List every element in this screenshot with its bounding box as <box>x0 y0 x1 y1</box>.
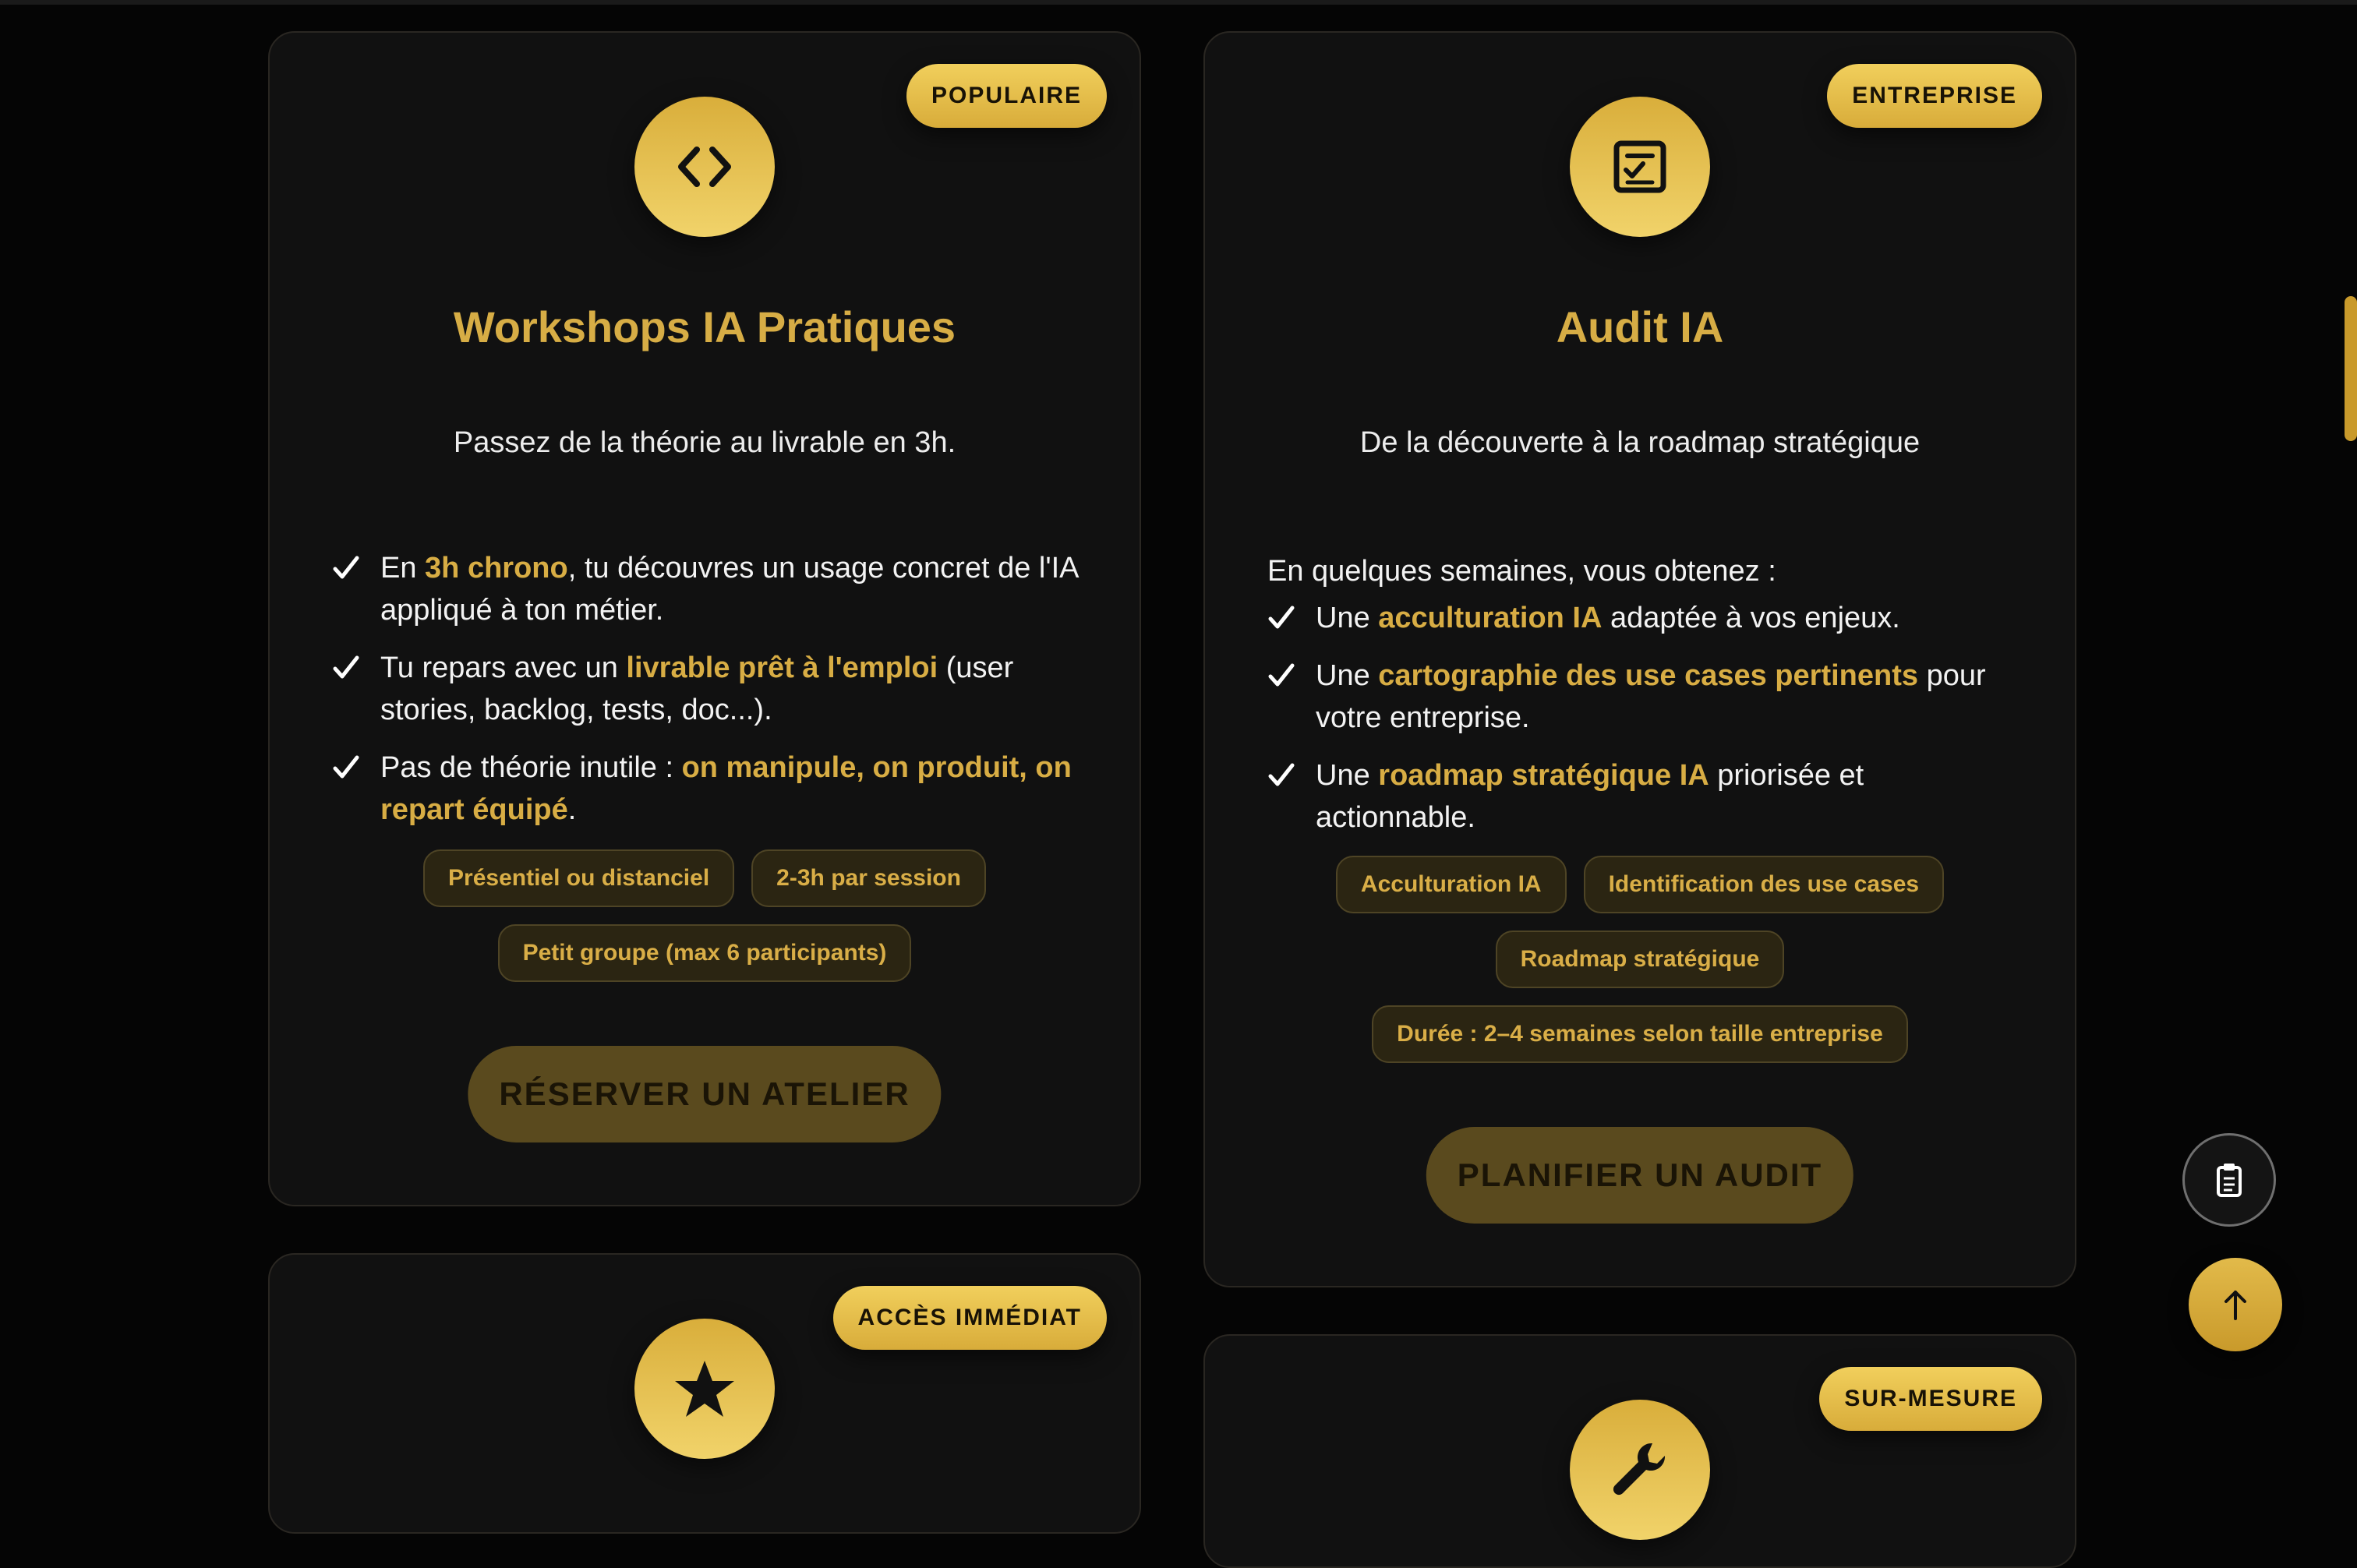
feature-item: Tu repars avec un livrable prêt à l'empl… <box>332 647 1085 731</box>
custom-badge: SUR-MESURE <box>1819 1367 2042 1431</box>
feature-text: Tu repars avec un <box>380 652 627 684</box>
audit-title: Audit IA <box>1556 302 1724 351</box>
arrow-up-icon <box>2224 1291 2246 1320</box>
feature-highlight: 3h chrono <box>425 552 568 584</box>
tag: Durée : 2–4 semaines selon taille entrep… <box>1372 1005 1908 1063</box>
check-icon <box>1268 606 1295 629</box>
tag: Acculturation IA <box>1335 856 1567 913</box>
scrollbar-thumb[interactable] <box>2345 296 2357 441</box>
feature-highlight: acculturation IA <box>1378 602 1603 634</box>
scroll-to-top-button[interactable] <box>2189 1258 2282 1351</box>
feature-highlight: roadmap stratégique IA <box>1378 759 1709 792</box>
feature-text: Une <box>1316 659 1379 692</box>
feature-item: Une acculturation IA adaptée à vos enjeu… <box>1267 597 2020 639</box>
feature-text: . <box>567 793 577 826</box>
top-border <box>0 0 2357 5</box>
tag: 2-3h par session <box>751 849 986 907</box>
workshops-card: POPULAIRE Workshops IA Pratiques Passez … <box>268 31 1141 1206</box>
code-icon <box>634 97 775 237</box>
audit-feature-list: Une acculturation IA adaptée à vos enjeu… <box>1267 597 2020 854</box>
check-icon <box>333 655 359 679</box>
reserve-workshop-button[interactable]: RÉSERVER UN ATELIER <box>468 1046 942 1142</box>
feature-item: Une cartographie des use cases pertinent… <box>1267 655 2020 739</box>
tag: Identification des use cases <box>1583 856 1945 913</box>
tag: Présentiel ou distanciel <box>423 849 735 907</box>
clipboard-button[interactable] <box>2182 1133 2276 1227</box>
feature-text: adaptée à vos enjeux. <box>1602 602 1900 634</box>
enterprise-badge: ENTREPRISE <box>1827 64 2042 128</box>
workshops-tags: Présentiel ou distanciel 2-3h par sessio… <box>410 849 999 982</box>
wrench-icon <box>1570 1400 1710 1540</box>
check-icon <box>333 755 359 779</box>
workshops-subtitle: Passez de la théorie au livrable en 3h. <box>453 426 956 459</box>
audit-intro: En quelques semaines, vous obtenez : <box>1267 555 1776 588</box>
custom-card: SUR-MESURE <box>1203 1334 2076 1568</box>
audit-card: ENTREPRISE Audit IA De la découverte à l… <box>1203 31 2076 1287</box>
tag: Petit groupe (max 6 participants) <box>497 924 912 982</box>
checklist-icon <box>1570 97 1710 237</box>
check-icon <box>333 556 359 579</box>
feature-text: Pas de théorie inutile : <box>380 751 682 784</box>
feature-item: Une roadmap stratégique IA priorisée et … <box>1267 754 2020 839</box>
feature-text: En <box>380 552 426 584</box>
workshops-feature-list: En 3h chrono, tu découvres un usage conc… <box>332 547 1085 846</box>
check-icon <box>1268 763 1295 786</box>
immediate-access-card: ACCÈS IMMÉDIAT <box>268 1253 1141 1534</box>
popular-badge: POPULAIRE <box>906 64 1107 128</box>
feature-item: Pas de théorie inutile : on manipule, on… <box>332 747 1085 831</box>
workshops-title: Workshops IA Pratiques <box>453 302 956 351</box>
tag: Roadmap stratégique <box>1495 931 1785 988</box>
audit-tags: Acculturation IA Identification des use … <box>1330 856 1950 1063</box>
feature-text: Une <box>1316 759 1379 792</box>
check-icon <box>1268 663 1295 687</box>
feature-item: En 3h chrono, tu découvres un usage conc… <box>332 547 1085 631</box>
feature-highlight: livrable prêt à l'emploi <box>626 652 938 684</box>
audit-subtitle: De la découverte à la roadmap stratégiqu… <box>1359 426 1921 459</box>
clipboard-icon <box>2217 1164 2242 1197</box>
star-icon <box>634 1319 775 1459</box>
plan-audit-button[interactable]: PLANIFIER UN AUDIT <box>1426 1127 1854 1224</box>
feature-highlight: cartographie des use cases pertinents <box>1378 659 1919 692</box>
immediate-access-badge: ACCÈS IMMÉDIAT <box>832 1286 1107 1350</box>
feature-text: Une <box>1316 602 1379 634</box>
